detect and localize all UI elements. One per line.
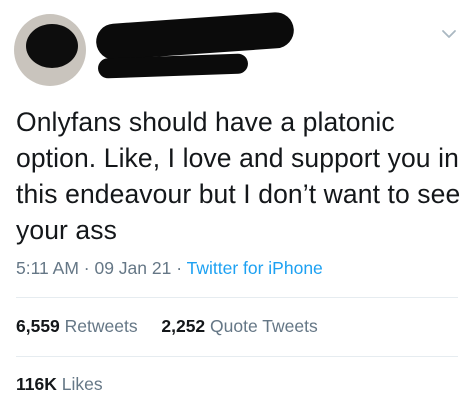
tweet-date: 09 Jan 21 — [94, 258, 172, 278]
divider — [16, 356, 458, 357]
meta-separator: · — [171, 258, 187, 278]
avatar-redaction — [26, 24, 78, 68]
divider — [16, 297, 458, 298]
likes-link[interactable]: 116K Likes — [16, 374, 103, 395]
retweets-label: Retweets — [64, 316, 138, 336]
chevron-down-icon[interactable] — [441, 26, 457, 42]
avatar[interactable] — [14, 14, 86, 86]
tweet-text: Onlyfans should have a platonic option. … — [16, 107, 461, 245]
likes-label: Likes — [61, 374, 103, 394]
tweet-time: 5:11 AM — [16, 258, 79, 278]
retweets-link[interactable]: 6,559 Retweets — [16, 316, 138, 336]
quote-tweets-link[interactable]: 2,252 Quote Tweets — [161, 316, 317, 336]
retweets-count: 6,559 — [16, 316, 60, 336]
quote-tweets-label: Quote Tweets — [210, 316, 318, 336]
meta-separator: · — [78, 258, 95, 278]
tweet-source-link[interactable]: Twitter for iPhone — [187, 258, 323, 278]
tweet-meta: 5:11 AM · 09 Jan 21 · Twitter for iPhone — [16, 258, 323, 279]
display-name-redaction — [94, 11, 296, 61]
tweet-header — [0, 0, 474, 95]
engagement-stats: 6,559 Retweets 2,252 Quote Tweets — [16, 316, 318, 337]
username-redaction — [97, 53, 249, 79]
quote-tweets-count: 2,252 — [161, 316, 206, 336]
likes-count: 116K — [16, 374, 57, 394]
